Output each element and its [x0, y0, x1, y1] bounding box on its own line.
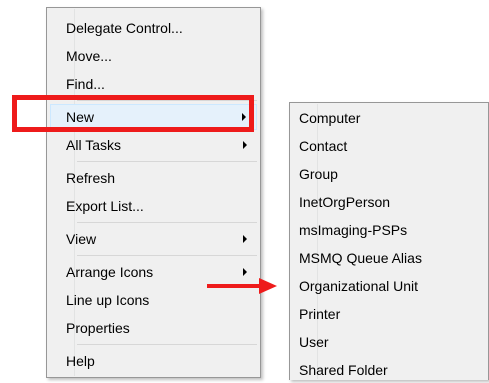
submenu-item-label: Computer [299, 110, 361, 126]
menu-item-label: Delegate Control... [66, 20, 183, 36]
menu-item-label: Help [66, 353, 95, 369]
submenu-item-organizational-unit[interactable]: Organizational Unit [293, 273, 485, 299]
menu-item-refresh[interactable]: Refresh [50, 165, 257, 191]
submenu-item-msimaging-psps[interactable]: msImaging-PSPs [293, 217, 485, 243]
submenu-item-user[interactable]: User [293, 329, 485, 355]
submenu-item-label: msImaging-PSPs [299, 222, 408, 238]
menu-item-label: Line up Icons [66, 292, 150, 308]
submenu-item-label: Contact [299, 138, 348, 154]
menu-separator [77, 255, 257, 256]
chevron-right-icon [243, 141, 247, 149]
menu-item-label: Refresh [66, 170, 116, 186]
submenu-item-group[interactable]: Group [293, 161, 485, 187]
submenu-item-computer[interactable]: Computer [293, 105, 485, 131]
menu-item-label: Export List... [66, 198, 144, 214]
menu-item-properties[interactable]: Properties [50, 315, 257, 341]
menu-item-label: View [66, 231, 97, 247]
submenu-item-printer[interactable]: Printer [293, 301, 485, 327]
menu-item-view[interactable]: View [50, 226, 257, 252]
menu-separator [77, 344, 257, 345]
submenu-item-msmq-queue-alias[interactable]: MSMQ Queue Alias [293, 245, 485, 271]
menu-item-delegate-control[interactable]: Delegate Control... [50, 15, 257, 41]
menu-item-all-tasks[interactable]: All Tasks [50, 132, 257, 158]
submenu-item-contact[interactable]: Contact [293, 133, 485, 159]
menu-item-label: Find... [66, 76, 105, 92]
menu-item-move[interactable]: Move... [50, 43, 257, 69]
submenu-item-label: Organizational Unit [299, 278, 419, 294]
chevron-right-icon [243, 235, 247, 243]
submenu-item-shared-folder[interactable]: Shared Folder [293, 357, 485, 383]
submenu-item-label: Group [299, 166, 338, 182]
menu-item-help[interactable]: Help [50, 348, 257, 374]
menu-item-export-list[interactable]: Export List... [50, 193, 257, 219]
menu-item-find[interactable]: Find... [50, 71, 257, 97]
chevron-right-icon [243, 268, 247, 276]
menu-item-label: Properties [66, 320, 130, 336]
submenu-item-label: Shared Folder [299, 362, 388, 378]
menu-separator [77, 222, 257, 223]
menu-item-label: Move... [66, 48, 112, 64]
submenu-item-label: User [299, 334, 329, 350]
menu-separator [77, 161, 257, 162]
submenu-item-label: MSMQ Queue Alias [299, 250, 422, 266]
submenu-item-label: Printer [299, 306, 341, 322]
new-submenu: Computer Contact Group InetOrgPerson msI… [289, 102, 489, 380]
menu-item-label: Arrange Icons [66, 264, 154, 280]
arrow-right-icon [207, 278, 277, 294]
menu-item-label: All Tasks [66, 137, 121, 153]
context-menu: Delegate Control... Move... Find... New … [46, 7, 261, 378]
annotation-highlight-box [12, 95, 254, 132]
submenu-item-inetorgperson[interactable]: InetOrgPerson [293, 189, 485, 215]
submenu-item-label: InetOrgPerson [299, 194, 391, 210]
